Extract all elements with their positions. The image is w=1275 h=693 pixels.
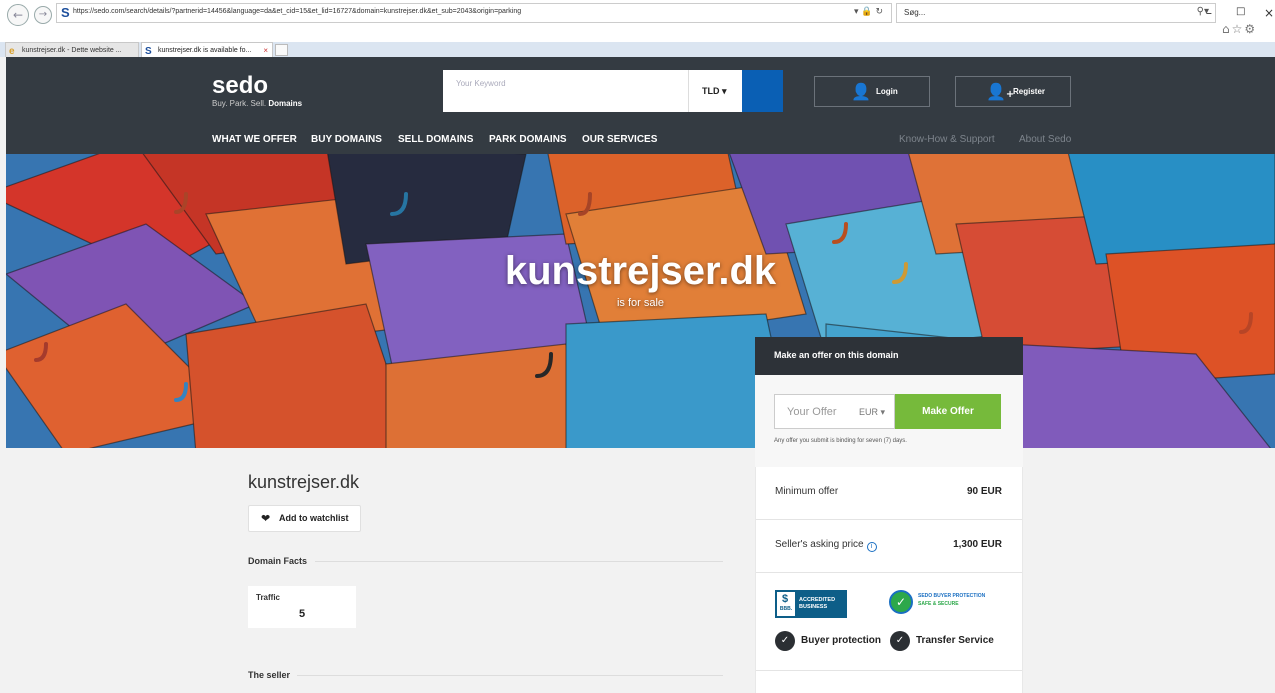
info-icon[interactable]: i bbox=[866, 542, 877, 552]
keyword-placeholder: Your Keyword bbox=[456, 79, 506, 88]
minimize-icon[interactable]: – bbox=[1206, 6, 1212, 20]
offer-placeholder: Your Offer bbox=[787, 406, 837, 418]
hero-domain-title: kunstrejser.dk bbox=[504, 249, 777, 293]
sbp-line2: SAFE & SECURE bbox=[918, 601, 959, 607]
maximize-icon[interactable]: □ bbox=[1236, 6, 1245, 17]
url-text: https://sedo.com/search/details/?partner… bbox=[73, 8, 522, 15]
site-favicon-icon: S bbox=[61, 5, 70, 20]
sbp-line1: SEDO BUYER PROTECTION bbox=[918, 593, 986, 599]
tab-label: kunstrejser.dk is available fo... bbox=[158, 47, 252, 54]
offer-amount-input[interactable]: Your Offer EUR ▾ bbox=[774, 394, 895, 429]
hero-banner: kunstrejser.dk is for sale bbox=[6, 154, 1275, 448]
forward-icon[interactable]: → bbox=[34, 6, 52, 24]
checkmark-icon: ✓ bbox=[775, 631, 795, 651]
bbb-accredited-badge[interactable]: BBB. ACCREDITEDBUSINESS bbox=[775, 590, 847, 618]
traffic-value: 5 bbox=[299, 608, 306, 620]
nav-park-domains[interactable]: PARK DOMAINS bbox=[489, 134, 567, 145]
hero-subtitle: is for sale bbox=[616, 297, 665, 309]
site-header: sedo Buy. Park. Sell. Domains Your Keywo… bbox=[6, 57, 1275, 154]
shield-check-icon: ✓ bbox=[889, 590, 913, 614]
logo-text: sedo bbox=[212, 72, 269, 99]
asking-price-label-wrap: Seller's asking price i bbox=[775, 539, 877, 552]
minimum-offer-row: Minimum offer 90 EUR bbox=[756, 467, 1022, 520]
sedo-buyer-protection-badge[interactable]: ✓ SEDO BUYER PROTECTION SAFE & SECURE bbox=[889, 590, 989, 618]
divider bbox=[297, 675, 723, 676]
offer-panel-heading: Make an offer on this domain bbox=[755, 337, 1023, 375]
browser-search-input[interactable]: Søg... ⚲▾ bbox=[896, 3, 1216, 23]
pricing-panel: Minimum offer 90 EUR Seller's asking pri… bbox=[755, 467, 1023, 693]
tab-kunstrejser-site[interactable]: e kunstrejser.dk - Dette website ... bbox=[5, 42, 139, 57]
asking-price-row: Seller's asking price i 1,300 EUR bbox=[756, 520, 1022, 573]
domain-facts-heading: Domain Facts bbox=[248, 556, 308, 566]
address-bar[interactable]: S https://sedo.com/search/details/?partn… bbox=[56, 3, 892, 23]
offer-panel: Your Offer EUR ▾ Make Offer Any offer yo… bbox=[755, 375, 1023, 467]
tab-close-icon[interactable]: × bbox=[263, 43, 268, 58]
nav-buy-domains[interactable]: BUY DOMAINS bbox=[311, 134, 382, 145]
bbb-seal-icon: BBB. bbox=[777, 592, 795, 616]
divider bbox=[315, 561, 723, 562]
refresh-icon[interactable]: ▾ 🔒 ↻ bbox=[854, 7, 883, 17]
traffic-card: Traffic 5 bbox=[248, 586, 356, 628]
chevron-down-icon: ▾ bbox=[722, 86, 727, 96]
nav-sell-domains[interactable]: SELL DOMAINS bbox=[398, 134, 473, 145]
asking-price-value: 1,300 EUR bbox=[953, 539, 1002, 550]
feature-label: Buyer protection bbox=[801, 635, 882, 646]
nav-know-how[interactable]: Know-How & Support bbox=[899, 134, 995, 145]
register-button[interactable]: 👤+ Register bbox=[955, 76, 1071, 107]
sedo-logo[interactable]: sedo Buy. Park. Sell. Domains bbox=[212, 72, 303, 109]
offer-binding-note: Any offer you submit is binding for seve… bbox=[774, 438, 907, 444]
tab-label: kunstrejser.dk - Dette website ... bbox=[22, 47, 122, 54]
new-tab-button[interactable] bbox=[275, 44, 288, 56]
back-icon[interactable]: ← bbox=[7, 4, 29, 26]
home-star-gear-icons[interactable]: ⌂☆⚙ bbox=[1222, 22, 1257, 36]
chevron-down-icon: ▾ bbox=[880, 407, 886, 417]
nav-what-we-offer[interactable]: WHAT WE OFFER bbox=[212, 134, 297, 145]
tab-sedo-active[interactable]: S kunstrejser.dk is available fo... × bbox=[141, 42, 273, 57]
traffic-label: Traffic bbox=[256, 593, 281, 602]
close-window-icon[interactable]: × bbox=[1264, 6, 1274, 20]
divider bbox=[756, 670, 1022, 671]
add-to-watchlist-button[interactable]: ❤ Add to watchlist bbox=[248, 505, 361, 532]
tld-select[interactable]: TLD ▾ bbox=[688, 70, 742, 112]
currency-select[interactable]: EUR ▾ bbox=[859, 407, 885, 418]
keyword-search-input[interactable]: Your Keyword bbox=[443, 70, 688, 112]
browser-toolbar: ← → S https://sedo.com/search/details/?p… bbox=[0, 0, 1275, 42]
add-user-icon: 👤+ bbox=[986, 82, 1015, 101]
heart-icon: ❤ bbox=[261, 512, 271, 525]
feature-label: Transfer Service bbox=[916, 635, 994, 646]
asking-price-label: Seller's asking price bbox=[775, 539, 864, 550]
browser-search-placeholder: Søg... bbox=[904, 8, 926, 17]
make-offer-button[interactable]: Make Offer bbox=[895, 394, 1001, 429]
nav-our-services[interactable]: OUR SERVICES bbox=[582, 134, 657, 145]
minimum-offer-label: Minimum offer bbox=[775, 486, 839, 497]
user-icon: 👤 bbox=[851, 82, 871, 101]
login-button[interactable]: 👤 Login bbox=[814, 76, 930, 107]
search-submit-button[interactable] bbox=[742, 70, 783, 112]
checkmark-icon: ✓ bbox=[890, 631, 910, 651]
bbb-text: ACCREDITED BUSINESS bbox=[799, 597, 836, 610]
minimum-offer-value: 90 EUR bbox=[966, 486, 1002, 497]
logo-tagline: Buy. Park. Sell. Domains bbox=[212, 99, 303, 108]
seller-heading: The seller bbox=[248, 670, 291, 680]
page-title: kunstrejser.dk bbox=[248, 472, 360, 492]
nav-about-sedo[interactable]: About Sedo bbox=[1019, 134, 1071, 145]
